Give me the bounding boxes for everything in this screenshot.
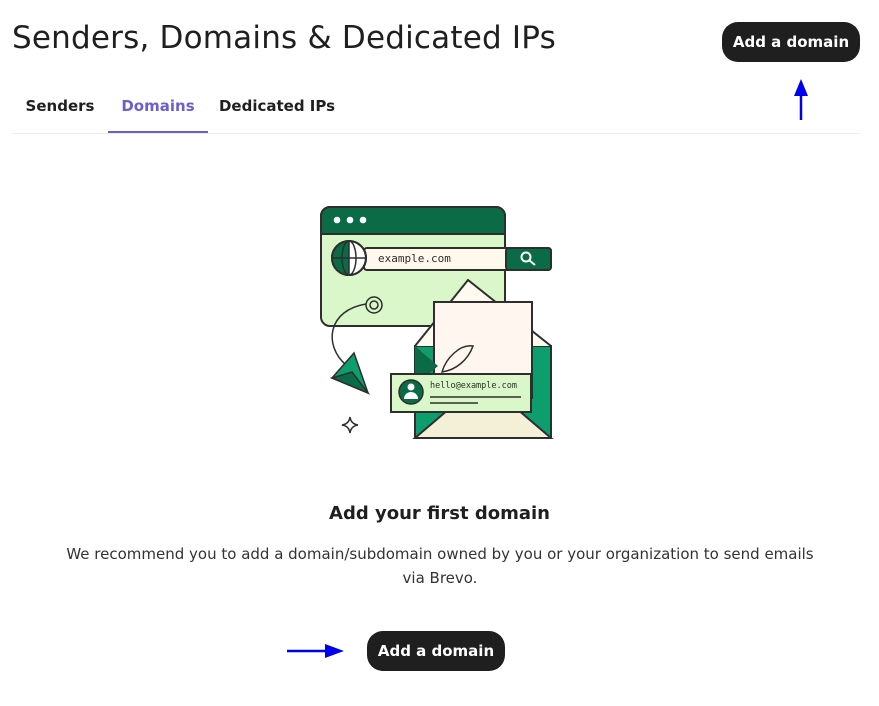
page-title: Senders, Domains & Dedicated IPs	[12, 20, 556, 56]
add-domain-header-button[interactable]: Add a domain	[722, 22, 860, 62]
email-text: hello@example.com	[430, 381, 517, 391]
empty-state-title: Add your first domain	[329, 503, 550, 524]
tab-senders[interactable]: Senders	[12, 80, 108, 132]
tab-dedicated-ips[interactable]: Dedicated IPs	[208, 80, 346, 132]
envelope-icon	[412, 278, 554, 439]
right-arrow-annotation-icon	[287, 644, 344, 658]
domain-illustration: example.com hello@example.com	[320, 206, 554, 439]
up-arrow-annotation-icon	[794, 79, 808, 120]
paper-plane-icon	[329, 351, 371, 395]
sparkle-icon	[341, 416, 359, 434]
empty-state-description: We recommend you to add a domain/subdoma…	[66, 545, 814, 587]
globe-icon	[331, 240, 367, 276]
tab-domains[interactable]: Domains	[108, 80, 208, 133]
url-text: example.com	[378, 252, 451, 265]
add-domain-button[interactable]: Add a domain	[367, 631, 505, 671]
user-avatar-icon	[398, 379, 424, 405]
tab-bar: Senders Domains Dedicated IPs	[12, 80, 860, 134]
